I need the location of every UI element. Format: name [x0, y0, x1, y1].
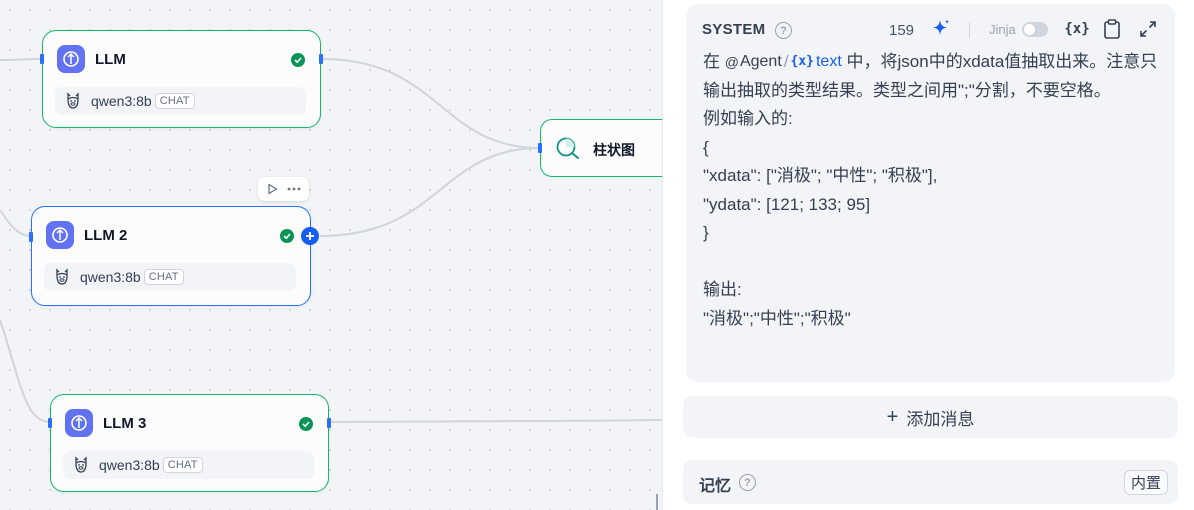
edge-incoming-llm2	[0, 209, 32, 237]
model-selector[interactable]: qwen3:8b CHAT	[44, 263, 296, 291]
ollama-icon	[71, 455, 91, 475]
plus-icon: +	[886, 405, 899, 428]
model-name: qwen3:8b	[99, 457, 160, 473]
llm-icon	[65, 409, 93, 437]
memory-label: 记忆	[699, 478, 732, 495]
ollama-icon	[63, 91, 83, 111]
input-handle[interactable]	[48, 418, 52, 428]
workflow-canvas[interactable]: LLM qwen3:8b CHAT LLM 2 qwen3:8b CHAT LL…	[0, 0, 662, 510]
system-prompt-editor[interactable]: SYSTEM ? 159 Jinja {x} 在 @ Agent / {x} text …	[686, 4, 1175, 382]
add-message-label: 添加消息	[906, 409, 975, 429]
input-handle[interactable]	[538, 143, 542, 153]
model-name: qwen3:8b	[91, 93, 152, 109]
system-role-label: SYSTEM	[702, 21, 766, 38]
edge-incoming-llm	[0, 58, 43, 61]
toolbar-divider	[969, 22, 970, 38]
add-next-node-button[interactable]	[301, 227, 319, 245]
model-mode-tag: CHAT	[162, 457, 203, 473]
input-handle[interactable]	[40, 54, 44, 64]
play-icon[interactable]	[264, 180, 282, 198]
node-title: LLM 3	[103, 414, 147, 432]
jinja-label: Jinja	[989, 22, 1016, 37]
node-title: 柱状图	[593, 142, 635, 158]
node-toolbar	[258, 177, 309, 201]
variable-node-name: Agent	[739, 53, 782, 70]
bar-chart-node[interactable]: 柱状图	[538, 119, 662, 177]
edge-llm2-to-chart	[319, 147, 541, 237]
edge-incoming-llm3	[0, 319, 51, 423]
node-title: LLM	[95, 50, 126, 68]
edge-llm3-out	[328, 419, 662, 423]
llm-icon	[57, 45, 85, 73]
clipboard-icon[interactable]	[1101, 18, 1123, 40]
output-handle[interactable]	[327, 418, 331, 428]
prompt-text: 例如输入的: { "xdata": ["消极"; "中性"; "积极"], "y…	[703, 109, 938, 328]
memory-section[interactable]: 记忆 ? 内置	[683, 460, 1178, 504]
output-handle[interactable]	[319, 54, 323, 64]
variable-separator: /	[783, 52, 789, 71]
builtin-badge: 内置	[1123, 470, 1168, 495]
insert-variable-icon[interactable]: {x}	[1064, 18, 1089, 40]
node-title: LLM 2	[84, 226, 128, 244]
prompt-text: 在	[703, 52, 725, 71]
variable-name: text	[815, 53, 842, 70]
llm-3-node[interactable]: LLM 3 qwen3:8b CHAT	[48, 394, 331, 492]
ollama-icon	[52, 267, 72, 287]
model-selector[interactable]: qwen3:8b CHAT	[63, 451, 314, 479]
help-icon[interactable]: ?	[775, 22, 792, 39]
add-message-button[interactable]: + 添加消息	[683, 396, 1178, 438]
expand-icon[interactable]	[1137, 18, 1159, 40]
llm-node[interactable]: LLM qwen3:8b CHAT	[40, 30, 323, 128]
variable-icon: {x}	[790, 54, 814, 69]
jinja-toggle[interactable]	[1022, 22, 1048, 37]
success-check-icon	[291, 53, 305, 67]
model-mode-tag: CHAT	[154, 93, 195, 109]
input-handle[interactable]	[29, 232, 33, 242]
help-icon[interactable]: ?	[739, 474, 756, 491]
node-config-panel: SYSTEM ? 159 Jinja {x} 在 @ Agent / {x} text …	[662, 0, 1194, 510]
more-icon[interactable]	[285, 180, 303, 198]
variable-chip: @ Agent / {x} text	[725, 48, 842, 77]
canvas-scroll-indicator	[656, 494, 658, 510]
model-mode-tag: CHAT	[143, 269, 184, 285]
model-name: qwen3:8b	[80, 269, 141, 285]
success-check-icon	[280, 229, 294, 243]
edge-llm-to-chart	[321, 58, 541, 149]
llm-icon	[46, 221, 74, 249]
ai-generate-icon[interactable]	[930, 18, 952, 40]
chart-tool-icon	[556, 137, 579, 159]
model-selector[interactable]: qwen3:8b CHAT	[55, 87, 306, 115]
char-count: 159	[889, 22, 915, 39]
system-prompt-text[interactable]: 在 @ Agent / {x} text 中，将json中的xdata值抽取出来。注意只…	[703, 48, 1163, 333]
llm-2-node[interactable]: LLM 2 qwen3:8b CHAT	[29, 206, 311, 306]
agent-icon: @	[724, 54, 739, 70]
success-check-icon	[299, 417, 313, 431]
